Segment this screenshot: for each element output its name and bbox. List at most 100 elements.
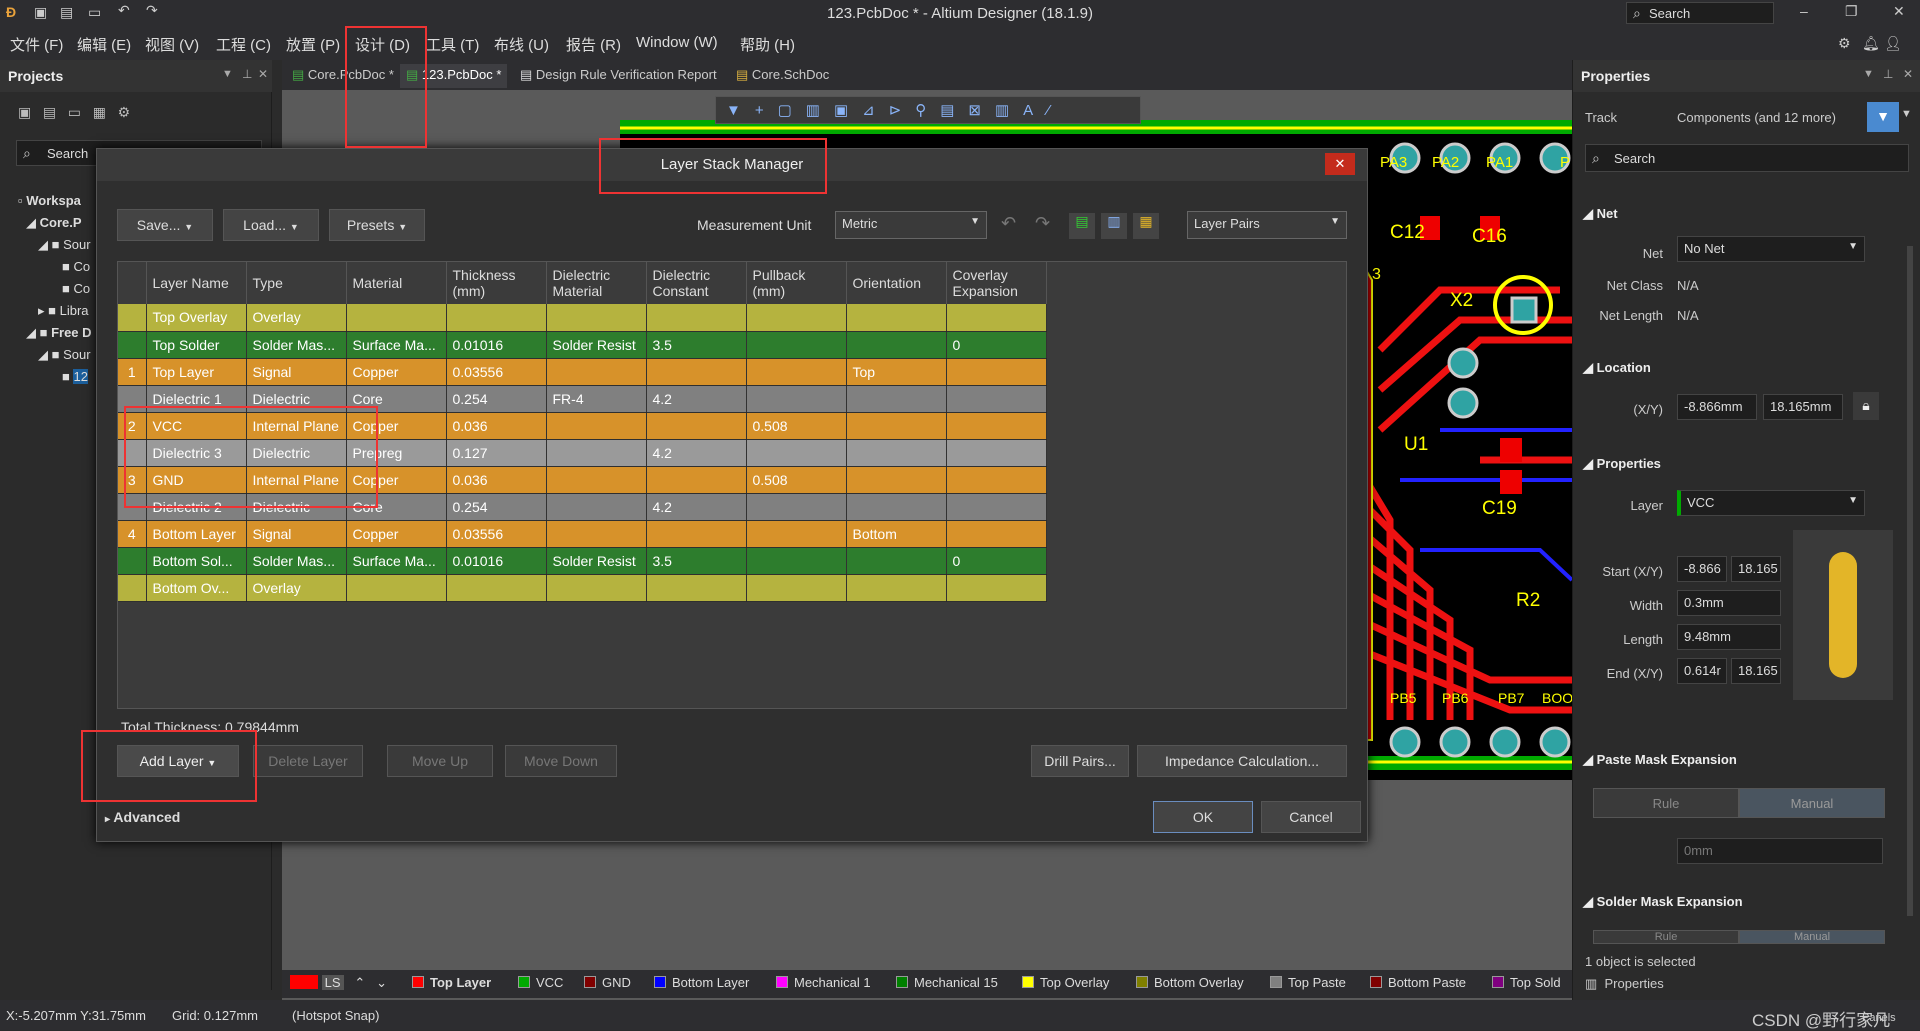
layer-set-tab[interactable]: LS ⌃ ⌄ — [290, 975, 387, 991]
table-cell-diel-mat[interactable] — [546, 493, 647, 521]
menu-route[interactable]: 布线 (U) — [494, 34, 549, 55]
table-cell-coverlay[interactable] — [946, 493, 1047, 521]
table-row[interactable]: Top Overlay Overlay — [118, 304, 1047, 332]
layer-pairs-select[interactable]: Layer Pairs ▼ — [1187, 211, 1347, 239]
menu-project[interactable]: 工程 (C) — [216, 34, 271, 55]
table-cell-pullback[interactable] — [746, 304, 847, 332]
table-cell-diel-const[interactable]: 3.5 — [646, 331, 747, 359]
object-filter[interactable]: Components (and 12 more) — [1677, 110, 1836, 125]
pcb-active-toolbar[interactable]: ▼+▢▥▣⊿⊳⚲▤⊠▥A⁄ — [715, 96, 1141, 124]
advanced-toggle[interactable]: ▸ Advanced — [105, 809, 180, 825]
bell-icon[interactable]: 🔔︎ — [1862, 35, 1880, 52]
table-cell-diel-const[interactable]: 4.2 — [646, 439, 747, 467]
pin-icon[interactable]: ⊥ — [242, 67, 252, 81]
end-y-input[interactable]: 18.165 — [1731, 658, 1781, 684]
table-cell-num[interactable] — [118, 385, 147, 413]
tree-item[interactable]: ▸ ■ Libra — [18, 300, 92, 322]
tree-item[interactable]: ▫ Workspa — [18, 190, 92, 212]
tree-item[interactable]: ◢ ■ Sour — [18, 344, 92, 366]
user-icon[interactable]: 👤︎ — [1884, 35, 1902, 52]
properties-section[interactable]: ◢ Properties — [1583, 456, 1661, 472]
impedance-calculation-button[interactable]: Impedance Calculation... — [1137, 745, 1347, 777]
table-cell-pullback[interactable]: 0.508 — [746, 466, 847, 494]
menu-reports[interactable]: 报告 (R) — [566, 34, 621, 55]
table-cell-material[interactable] — [346, 574, 447, 602]
layer-tab-top-solder[interactable]: Top Sold — [1492, 975, 1561, 990]
menu-file[interactable]: 文件 (F) — [10, 34, 63, 55]
layer-tab-top-layer[interactable]: Top Layer — [412, 975, 491, 990]
table-cell-pullback[interactable] — [746, 493, 847, 521]
drill-pairs-button[interactable]: Drill Pairs... — [1031, 745, 1129, 777]
table-cell-orientation[interactable] — [846, 331, 947, 359]
menu-view[interactable]: 视图 (V) — [145, 34, 199, 55]
pin-icon[interactable]: ⊥ — [1883, 67, 1893, 81]
table-cell-num[interactable] — [118, 331, 147, 359]
table-cell-diel-const[interactable]: 4.2 — [646, 385, 747, 413]
location-section[interactable]: ◢ Location — [1583, 360, 1651, 376]
table-cell-type[interactable]: Signal — [246, 358, 347, 386]
tree-item[interactable]: ◢ Core.P — [18, 212, 92, 234]
layer-tab-bottom-layer[interactable]: Bottom Layer — [654, 975, 749, 990]
table-cell-orientation[interactable]: Top — [846, 358, 947, 386]
table-cell-type[interactable]: Dielectric — [246, 493, 347, 521]
global-search[interactable]: ⌕ Search — [1626, 2, 1774, 24]
table-cell-pullback[interactable] — [746, 331, 847, 359]
undo-icon[interactable]: ↶ — [1001, 213, 1016, 234]
start-y-input[interactable]: 18.165 — [1731, 556, 1781, 582]
load-button[interactable]: Load... ▼ — [223, 209, 319, 241]
table-cell-diel-mat[interactable]: FR-4 — [546, 385, 647, 413]
tree-item[interactable]: ■ Co — [18, 278, 92, 300]
table-cell-diel-mat[interactable] — [546, 466, 647, 494]
dialog-close-icon[interactable]: ✕ — [1325, 153, 1355, 175]
table-cell-diel-mat[interactable] — [546, 574, 647, 602]
table-cell-thickness[interactable]: 0.036 — [446, 412, 547, 440]
presets-button[interactable]: Presets ▼ — [329, 209, 425, 241]
table-row[interactable]: Bottom Ov... Overlay — [118, 574, 1047, 602]
move-down-button[interactable]: Move Down — [505, 745, 617, 777]
table-cell-type[interactable]: Internal Plane — [246, 412, 347, 440]
table-row[interactable]: 4 Bottom Layer Signal Copper 0.03556 Bottom — [118, 520, 1047, 548]
tab-core-schdoc[interactable]: ▤ Core.SchDoc — [730, 64, 835, 88]
layer-select[interactable]: VCC ▼ — [1677, 490, 1865, 516]
table-cell-diel-const[interactable] — [646, 466, 747, 494]
table-cell-type[interactable]: Signal — [246, 520, 347, 548]
table-cell-diel-mat[interactable] — [546, 439, 647, 467]
panel-close-icon[interactable]: ✕ — [258, 67, 268, 81]
net-select[interactable]: No Net ▼ — [1677, 236, 1865, 262]
tree-item[interactable]: ■ 12 — [18, 366, 92, 388]
properties-scrollbar[interactable] — [1907, 246, 1913, 916]
ok-button[interactable]: OK — [1153, 801, 1253, 833]
table-cell-coverlay[interactable] — [946, 304, 1047, 332]
length-input[interactable]: 9.48mm — [1677, 624, 1781, 650]
table-row[interactable]: 1 Top Layer Signal Copper 0.03556 Top — [118, 358, 1047, 386]
table-cell-material[interactable]: Copper — [346, 412, 447, 440]
table-cell-diel-mat[interactable] — [546, 304, 647, 332]
tree-item[interactable]: ■ Co — [18, 256, 92, 278]
table-cell-diel-mat[interactable] — [546, 520, 647, 548]
table-cell-name[interactable]: Bottom Ov... — [146, 574, 247, 602]
table-cell-num[interactable] — [118, 493, 147, 521]
table-row[interactable]: Dielectric 2 Dielectric Core 0.254 4.2 — [118, 493, 1047, 521]
table-row[interactable]: Dielectric 1 Dielectric Core 0.254 FR-4 4.2 — [118, 385, 1047, 413]
table-cell-orientation[interactable] — [846, 466, 947, 494]
table-cell-name[interactable]: Dielectric 1 — [146, 385, 247, 413]
table-cell-orientation[interactable] — [846, 547, 947, 575]
tab-123-pcbdoc[interactable]: ▤ 123.PcbDoc * — [400, 64, 508, 88]
table-cell-num[interactable] — [118, 574, 147, 602]
tab-core-pcbdoc[interactable]: ▤ Core.PcbDoc * — [286, 64, 400, 88]
maximize-icon[interactable]: ❐ — [1845, 3, 1858, 20]
table-cell-num[interactable]: 4 — [118, 520, 147, 548]
table-cell-orientation[interactable] — [846, 412, 947, 440]
layer-tab-bottom-paste[interactable]: Bottom Paste — [1370, 975, 1466, 990]
table-cell-coverlay[interactable] — [946, 574, 1047, 602]
paste-manual-toggle[interactable]: Manual — [1739, 788, 1885, 818]
table-cell-coverlay[interactable] — [946, 358, 1047, 386]
table-cell-material[interactable]: Copper — [346, 520, 447, 548]
table-cell-coverlay[interactable] — [946, 520, 1047, 548]
panel-menu-icon[interactable]: ▼ — [1863, 68, 1874, 80]
minimize-icon[interactable]: – — [1800, 3, 1808, 19]
table-cell-orientation[interactable]: Bottom — [846, 520, 947, 548]
table-cell-name[interactable]: Dielectric 2 — [146, 493, 247, 521]
properties-search[interactable]: ⌕ Search — [1585, 144, 1909, 172]
panel-close-icon[interactable]: ✕ — [1903, 67, 1913, 81]
